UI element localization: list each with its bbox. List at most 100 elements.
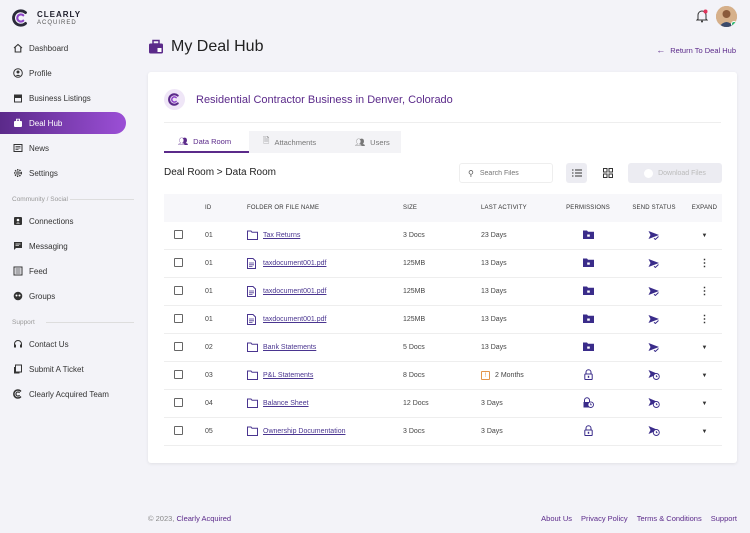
caret-down-icon[interactable]: ▼: [702, 373, 708, 379]
sidebar-item-feed[interactable]: Feed: [0, 260, 138, 282]
news-icon: [12, 143, 23, 154]
folder-lock-icon[interactable]: [582, 258, 594, 269]
tab-data-room[interactable]: 👥︎ Data Room: [164, 131, 249, 153]
file-name-link[interactable]: P&L Statements: [263, 372, 313, 379]
footer-link-about[interactable]: About Us: [541, 514, 572, 523]
sidebar-item-clearly-acquired-team[interactable]: Clearly Acquired Team: [0, 383, 138, 405]
sidebar-item-contact-us[interactable]: Contact Us: [0, 333, 138, 355]
store-icon: [12, 93, 23, 104]
table-row: 01 taxdocument001.pdf 125MB 13 Days ⋮: [164, 306, 722, 334]
download-files-button[interactable]: Download Files: [628, 163, 722, 183]
folder-icon: [247, 426, 258, 437]
file-name-link[interactable]: taxdocument001.pdf: [263, 260, 326, 267]
file-name-link[interactable]: taxdocument001.pdf: [263, 288, 326, 295]
send-check-icon[interactable]: [648, 314, 660, 326]
list-view-button[interactable]: [566, 163, 587, 183]
file-name-link[interactable]: Ownership Documentation: [263, 428, 346, 435]
table-row: 04 Balance Sheet 12 Docs 3 Days ▼: [164, 390, 722, 418]
file-name-link[interactable]: Bank Statements: [263, 344, 316, 351]
sidebar-item-groups[interactable]: Groups: [0, 285, 138, 307]
sidebar-item-profile[interactable]: Profile: [0, 62, 138, 84]
file-name-link[interactable]: Balance Sheet: [263, 400, 309, 407]
sidebar-item-settings[interactable]: Settings: [0, 162, 138, 184]
row-activity: 2 Months: [495, 372, 524, 379]
file-name-link[interactable]: taxdocument001.pdf: [263, 316, 326, 323]
avatar[interactable]: [716, 6, 737, 27]
sidebar-item-submit-ticket[interactable]: Submit A Ticket: [0, 358, 138, 380]
caret-down-icon[interactable]: ▼: [702, 401, 708, 407]
folder-lock-icon[interactable]: [582, 342, 594, 353]
send-check-icon[interactable]: [648, 230, 660, 242]
sidebar-item-news[interactable]: News: [0, 137, 138, 159]
row-checkbox[interactable]: [174, 230, 183, 239]
lock-clock-icon[interactable]: [583, 397, 594, 410]
caret-down-icon[interactable]: ▼: [702, 345, 708, 351]
folder-lock-icon[interactable]: [582, 314, 594, 325]
sidebar-item-messaging[interactable]: Messaging: [0, 235, 138, 257]
sidebar-item-label: Submit A Ticket: [29, 364, 84, 374]
sidebar-item-business-listings[interactable]: Business Listings: [0, 87, 138, 109]
caret-down-icon[interactable]: ▼: [702, 429, 708, 435]
user-icon: [12, 68, 23, 79]
ticket-icon: [12, 364, 23, 375]
row-checkbox[interactable]: [174, 286, 183, 295]
row-id: 03: [205, 372, 213, 379]
more-options-icon[interactable]: ⋮: [700, 314, 710, 325]
row-checkbox[interactable]: [174, 258, 183, 267]
lock-icon[interactable]: [583, 369, 593, 382]
caret-down-icon[interactable]: ▼: [702, 233, 708, 239]
row-activity: 13 Days: [481, 288, 507, 295]
tab-users[interactable]: 👥︎ Users: [341, 131, 401, 153]
send-pending-icon[interactable]: [648, 425, 660, 438]
send-check-icon[interactable]: [648, 342, 660, 354]
sidebar-item-label: News: [29, 143, 50, 153]
row-activity: 3 Days: [481, 428, 503, 435]
document-icon: [247, 258, 258, 269]
row-checkbox[interactable]: [174, 370, 183, 379]
search-input[interactable]: [479, 169, 540, 177]
sidebar-item-deal-hub[interactable]: Deal Hub: [0, 112, 126, 134]
brand-name-line1: CLEARLY: [37, 9, 82, 19]
home-icon: [12, 43, 23, 54]
row-checkbox[interactable]: [174, 342, 183, 351]
footer-link-terms[interactable]: Terms & Conditions: [637, 514, 702, 523]
folder-icon: [247, 342, 258, 353]
header-size: SIZE: [403, 205, 418, 211]
sidebar-item-dashboard[interactable]: Dashboard: [0, 37, 138, 59]
sidebar-nav: Dashboard Profile Business Listings Deal…: [0, 37, 138, 408]
brand-logo[interactable]: CLEARLY ACQUIRED: [12, 9, 81, 27]
row-checkbox[interactable]: [174, 398, 183, 407]
send-check-icon[interactable]: [648, 286, 660, 298]
lock-icon[interactable]: [583, 425, 593, 438]
row-size: 5 Docs: [403, 344, 425, 351]
tab-attachments[interactable]: 🗎 Attachments: [249, 131, 341, 153]
more-options-icon[interactable]: ⋮: [700, 258, 710, 269]
deal-room-card: Residential Contractor Business in Denve…: [148, 72, 737, 463]
grid-view-button[interactable]: [597, 163, 618, 183]
send-check-icon[interactable]: [648, 258, 660, 270]
row-activity: 13 Days: [481, 344, 507, 351]
business-header: Residential Contractor Business in Denve…: [164, 89, 453, 110]
footer-link-support[interactable]: Support: [711, 514, 737, 523]
sidebar-section-support: Support: [0, 315, 138, 329]
file-name-link[interactable]: Tax Returns: [263, 232, 300, 239]
sidebar-item-connections[interactable]: Connections: [0, 210, 138, 232]
row-checkbox[interactable]: [174, 426, 183, 435]
more-options-icon[interactable]: ⋮: [700, 286, 710, 297]
send-pending-icon[interactable]: [648, 397, 660, 410]
folder-lock-icon[interactable]: [582, 230, 594, 241]
row-id: 01: [205, 316, 213, 323]
folder-icon: [247, 370, 258, 381]
folder-lock-icon[interactable]: [582, 286, 594, 297]
copyright-brand-link[interactable]: Clearly Acquired: [176, 514, 231, 523]
feed-icon: [12, 266, 23, 277]
header-activity: LAST ACTIVITY: [481, 205, 527, 211]
send-pending-icon[interactable]: [648, 369, 660, 382]
footer-link-privacy[interactable]: Privacy Policy: [581, 514, 628, 523]
header-send-status: SEND STATUS: [632, 205, 676, 211]
search-box[interactable]: ⚲: [459, 163, 553, 183]
groups-icon: [12, 291, 23, 302]
return-to-deal-hub-link[interactable]: ← Return To Deal Hub: [656, 45, 736, 55]
row-checkbox[interactable]: [174, 314, 183, 323]
notification-bell-icon[interactable]: [696, 9, 708, 23]
